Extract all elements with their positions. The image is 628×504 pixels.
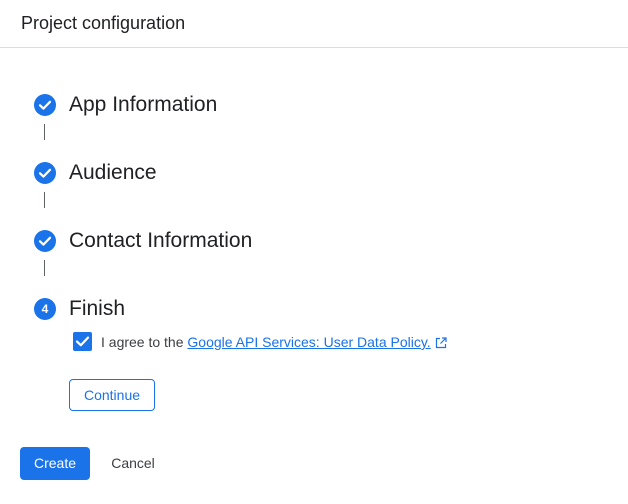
agree-prefix: I agree to the (101, 334, 188, 350)
step-label: Audience (69, 161, 157, 184)
project-configuration-panel: Project configuration App Information Au… (0, 0, 628, 504)
step-connector (44, 192, 45, 208)
step-connector (44, 260, 45, 276)
step-label: App Information (69, 93, 218, 116)
checkmark-icon (75, 336, 90, 347)
open-in-new-icon[interactable] (435, 335, 447, 353)
agree-checkbox[interactable] (73, 332, 92, 351)
continue-button[interactable]: Continue (69, 379, 155, 411)
step-label: Contact Information (69, 229, 253, 252)
user-data-policy-link[interactable]: Google API Services: User Data Policy. (187, 334, 430, 350)
agree-text: I agree to the Google API Services: User… (101, 333, 447, 353)
header: Project configuration (0, 0, 628, 48)
cancel-button[interactable]: Cancel (98, 447, 168, 480)
step-connector (44, 124, 45, 140)
step-label: Finish (69, 297, 126, 320)
check-circle-icon (34, 94, 56, 116)
page-title: Project configuration (21, 13, 186, 33)
create-button[interactable]: Create (20, 447, 90, 480)
check-circle-icon (34, 162, 56, 184)
check-circle-icon (34, 230, 56, 252)
step-number-badge: 4 (34, 298, 56, 320)
